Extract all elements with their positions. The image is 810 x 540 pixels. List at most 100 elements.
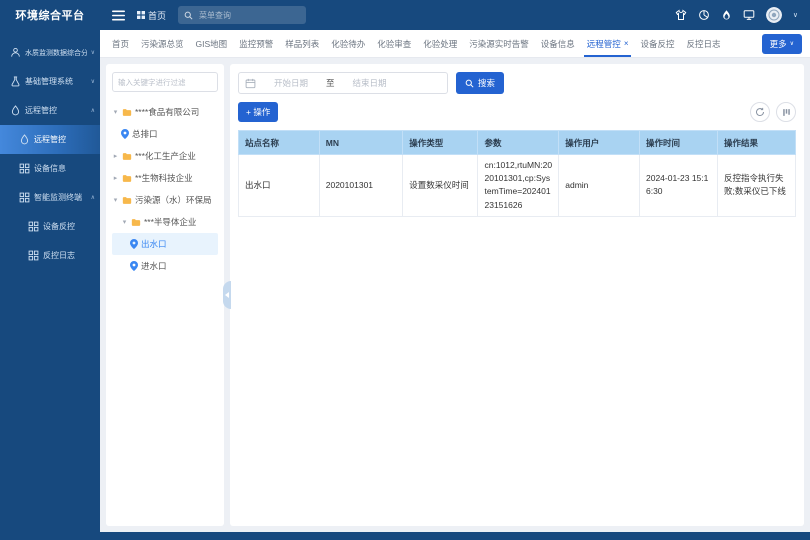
calendar-icon [245,78,256,89]
collapse-tree-handle[interactable] [223,281,231,309]
sidebar-item-label: 智能监测终端 [34,192,87,203]
tree-node-env-bureau[interactable]: ▾ 污染源（水）环保局 [112,189,218,211]
sidebar-item-device-info[interactable]: 设备信息 [0,154,100,183]
app-window: 环境综合平台 水质监测数据综合分析 ∨ 基础管理系统 ∨ 远 [0,0,810,540]
caret-collapsed-icon[interactable]: ▸ [112,152,119,160]
tree-node-label: **生物科技企业 [135,172,193,184]
tab-sample-list[interactable]: 样品列表 [279,30,325,57]
operate-button[interactable]: + 操作 [238,102,278,122]
date-range-picker[interactable]: 至 [238,72,448,94]
tree-node-label: 进水口 [141,260,167,272]
location-pin-icon [130,261,138,271]
sidebar-item-device-reverse-control[interactable]: 设备反控 [0,212,100,241]
sidebar-item-label: 远程管控 [25,105,87,116]
menu-search-box[interactable] [178,6,306,24]
cell-op-type: 设置数采仪时间 [403,155,478,217]
tab-label: 远程管控 [587,38,621,50]
sidebar-item-base-management[interactable]: 基础管理系统 ∨ [0,67,100,96]
user-chart-icon [10,47,21,58]
tree-node-biotech-company[interactable]: ▸ **生物科技企业 [112,167,218,189]
flame-icon[interactable] [721,9,732,21]
tree-node-label: 污染源（水）环保局 [135,194,212,206]
location-pin-icon [121,129,129,139]
tree-node-label: 总排口 [132,128,158,140]
caret-expanded-icon[interactable]: ▾ [112,108,119,116]
tab-home[interactable]: 首页 [106,30,135,57]
sidebar-item-label: 基础管理系统 [25,76,87,87]
start-date-input[interactable] [260,77,322,89]
sidebar-item-remote-control-group[interactable]: 远程管控 ∧ [0,96,100,125]
avatar[interactable] [766,7,782,23]
flask-icon [10,76,21,87]
tab-lab-todo[interactable]: 化验待办 [325,30,371,57]
refresh-button[interactable] [750,102,770,122]
table-tools [750,102,796,122]
more-tabs-button[interactable]: 更多 ∨ [762,34,802,54]
menu-search-input[interactable] [197,10,300,21]
tab-lab-process[interactable]: 化验处理 [417,30,463,57]
tab-bar: 首页 污染源总览 GIS地图 监控预警 样品列表 化验待办 化验审查 化验处理 … [100,30,810,58]
hamburger-menu-icon[interactable] [112,10,125,21]
column-settings-button[interactable] [776,102,796,122]
tree-node-semiconductor-company[interactable]: ▾ ***半导体企业 [112,211,218,233]
theme-shirt-icon[interactable] [675,9,687,21]
tab-device-info[interactable]: 设备信息 [535,30,581,57]
monitor-icon[interactable] [743,9,755,21]
breadcrumb-home[interactable]: 首页 [137,9,166,22]
cell-time: 2024-01-23 15:16:30 [639,155,717,217]
breadcrumb-home-label: 首页 [148,9,166,22]
col-header-result: 操作结果 [717,131,795,155]
sidebar-item-smart-terminal[interactable]: 智能监测终端 ∧ [0,183,100,212]
close-icon[interactable]: × [624,39,629,48]
topbar-icons: ∨ [675,7,798,23]
grid-icon [19,192,30,203]
search-button[interactable]: 搜索 [456,72,504,94]
chevron-up-icon: ∧ [91,107,95,114]
home-grid-icon [137,11,145,19]
search-icon [465,79,474,88]
tree-node-food-company[interactable]: ▾ ****食品有限公司 [112,101,218,123]
search-button-label: 搜索 [478,77,495,89]
sidebar-item-remote-control[interactable]: 远程管控 [0,125,100,154]
tab-monitor-warning[interactable]: 监控预警 [233,30,279,57]
tree-node-chemical-company[interactable]: ▸ ***化工生产企业 [112,145,218,167]
caret-expanded-icon[interactable]: ▾ [112,196,119,204]
sidebar: 环境综合平台 水质监测数据综合分析 ∨ 基础管理系统 ∨ 远 [0,0,100,540]
table-row[interactable]: 出水口 2020101301 设置数采仪时间 cn:1012,rtuMN:202… [239,155,796,217]
tree-filter-input[interactable] [112,72,218,92]
date-range-separator: 至 [326,77,335,89]
location-pin-icon [130,239,138,249]
caret-collapsed-icon[interactable]: ▸ [112,174,119,182]
tab-realtime-alarm[interactable]: 污染源实时告警 [463,30,535,57]
end-date-input[interactable] [339,77,401,89]
chevron-down-icon[interactable]: ∨ [793,11,798,19]
tab-device-reverse-control[interactable]: 设备反控 [634,30,680,57]
chevron-left-icon [225,292,229,298]
tab-lab-review[interactable]: 化验审查 [371,30,417,57]
tab-pollution-overview[interactable]: 污染源总览 [135,30,190,57]
tree-node-label: ***化工生产企业 [135,150,196,162]
content-area: ▾ ****食品有限公司 总排口 ▸ [100,58,810,532]
col-header-op-type: 操作类型 [403,131,478,155]
caret-expanded-icon[interactable]: ▾ [121,218,128,226]
operation-log-table: 站点名称 MN 操作类型 参数 操作用户 操作时间 操作结果 出水口 20201 [238,130,796,217]
tree-node-label: ****食品有限公司 [135,106,199,118]
tree-node-inlet[interactable]: 进水口 [112,255,218,277]
table-header-row: 站点名称 MN 操作类型 参数 操作用户 操作时间 操作结果 [239,131,796,155]
tab-gis-map[interactable]: GIS地图 [190,30,234,57]
col-header-time: 操作时间 [639,131,717,155]
sidebar-item-label: 设备反控 [43,221,95,232]
sidebar-item-reverse-control-log[interactable]: 反控日志 [0,241,100,270]
sidebar-item-water-analysis[interactable]: 水质监测数据综合分析 ∨ [0,38,100,67]
tab-remote-control[interactable]: 远程管控 × [581,30,635,57]
tab-reverse-control-log[interactable]: 反控日志 [681,30,727,57]
pie-chart-icon[interactable] [698,9,710,21]
tree-node-main-outlet[interactable]: 总排口 [112,123,218,145]
cell-user: admin [559,155,640,217]
col-header-user: 操作用户 [559,131,640,155]
app-logo-title: 环境综合平台 [0,0,100,30]
tabs-strip: 首页 污染源总览 GIS地图 监控预警 样品列表 化验待办 化验审查 化验处理 … [106,30,756,57]
tree-node-label: 出水口 [141,238,167,250]
tree-node-outlet[interactable]: 出水口 [112,233,218,255]
tree-node-label: ***半导体企业 [144,216,196,228]
